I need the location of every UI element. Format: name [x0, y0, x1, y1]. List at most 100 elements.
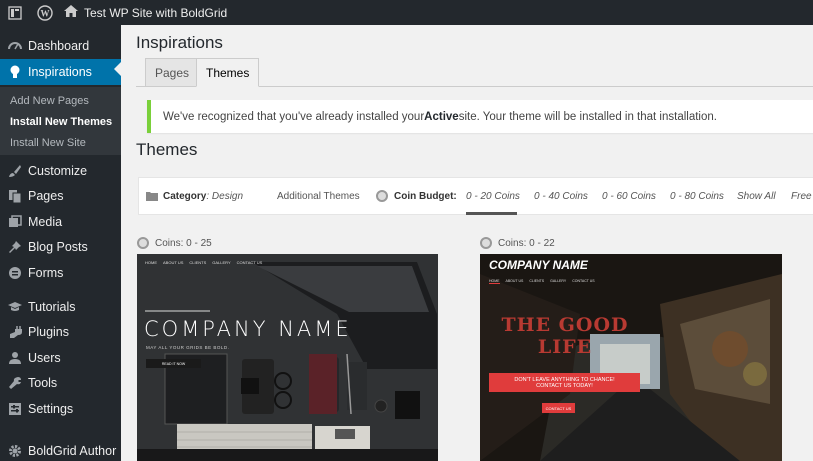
sidebar-item-users[interactable]: Users	[0, 345, 121, 371]
theme-tagline: MAY ALL YOUR GRIDS BE BOLD.	[146, 345, 230, 350]
sidebar-item-label: Settings	[28, 402, 74, 416]
budget-option-0-60[interactable]: 0 - 60 Coins	[602, 178, 656, 214]
tab-pages[interactable]: Pages	[145, 58, 200, 87]
settings-icon	[8, 402, 22, 416]
theme-nav-item: CLIENTS	[189, 260, 207, 265]
sidebar-item-label: Users	[28, 351, 61, 365]
brush-icon	[8, 164, 22, 178]
pages-icon	[8, 189, 22, 203]
budget-option-0-20[interactable]: 0 - 20 Coins	[466, 178, 520, 214]
sidebar-item-inspirations[interactable]: Inspirations	[0, 59, 121, 85]
gear-icon	[8, 444, 22, 458]
plug-icon	[8, 325, 22, 339]
sidebar-item-dashboard[interactable]: Dashboard	[0, 33, 121, 59]
sidebar-item-plugins[interactable]: Plugins	[0, 319, 121, 345]
page-title: Inspirations	[136, 33, 223, 52]
sidebar-item-label: Media	[28, 215, 63, 229]
section-title: Themes	[136, 140, 198, 159]
submenu-install-new-themes[interactable]: Install New Themes	[10, 116, 112, 128]
sidebar-item-label: Pages	[28, 189, 64, 203]
sidebar-item-label: Dashboard	[28, 39, 90, 53]
graduation-cap-icon	[8, 300, 22, 314]
folder-icon	[146, 191, 158, 201]
installed-notice: We've recognized that you've already ins…	[147, 100, 813, 133]
theme-banner-line2: CONTACT US TODAY!	[536, 382, 593, 389]
theme-nav-item: GALLERY	[212, 260, 231, 265]
main-content: Inspirations Pages Themes We've recogniz…	[121, 25, 813, 461]
category-label: Category	[163, 190, 207, 202]
sidebar-item-settings[interactable]: Settings	[0, 396, 121, 422]
theme-banner: DON'T LEAVE ANYTHING TO CHANCE! CONTACT …	[489, 373, 640, 392]
theme-nav-item: HOME	[489, 279, 500, 284]
theme-nav-item: CONTACT US	[236, 260, 263, 265]
admin-menu-toggle-icon[interactable]	[0, 0, 30, 25]
theme-nav: HOME ABOUT US CLIENTS GALLERY CONTACT US	[489, 279, 595, 284]
sidebar-item-label: Forms	[28, 266, 64, 280]
notice-text-before: We've recognized that you've already ins…	[163, 110, 425, 123]
wordpress-logo-icon[interactable]: W	[30, 0, 60, 25]
theme-coins-label: Coins: 0 - 25	[137, 237, 212, 249]
media-icon	[8, 215, 22, 229]
site-name-label: Test WP Site with BoldGrid	[84, 5, 228, 20]
active-budget-underline	[466, 212, 517, 215]
sidebar-item-label: Customize	[28, 164, 88, 178]
admin-bar: W Test WP Site with BoldGrid	[0, 0, 813, 25]
sidebar-item-label: Tools	[28, 376, 58, 390]
budget-option-show-all[interactable]: Show All	[737, 178, 776, 214]
theme-nav: HOME ABOUT US CLIENTS GALLERY CONTACT US	[145, 260, 262, 265]
forms-icon	[8, 266, 22, 280]
coin-icon	[137, 237, 149, 249]
wrench-icon	[8, 376, 22, 390]
pushpin-icon	[8, 240, 22, 254]
sidebar-item-tutorials[interactable]: Tutorials	[0, 294, 121, 320]
sidebar-item-customize[interactable]: Customize	[0, 158, 121, 184]
dashboard-icon	[8, 39, 22, 53]
budget-option-0-40[interactable]: 0 - 40 Coins	[534, 178, 588, 214]
sidebar-item-label: Blog Posts	[28, 240, 88, 254]
sidebar-item-forms[interactable]: Forms	[0, 260, 121, 286]
svg-text:W: W	[41, 8, 50, 18]
category-value: : Design	[206, 190, 244, 202]
theme-nav-item: GALLERY	[550, 279, 567, 283]
sidebar-item-tools[interactable]: Tools	[0, 370, 121, 396]
lightbulb-icon	[8, 65, 22, 79]
budget-option-0-80[interactable]: 0 - 80 Coins	[670, 178, 724, 214]
theme-nav-item: ABOUT US	[505, 279, 524, 283]
theme-nav-item: ABOUT US	[163, 260, 184, 265]
sidebar-item-label: Inspirations	[28, 65, 92, 79]
budget-option-free[interactable]: Free	[791, 178, 812, 214]
sidebar-item-media[interactable]: Media	[0, 209, 121, 235]
desk-scene-image	[137, 254, 438, 461]
notice-text-bold: Active	[424, 110, 459, 123]
theme-nav-item: CLIENTS	[529, 279, 545, 283]
sidebar-item-label: Plugins	[28, 325, 69, 339]
theme-nav-item: CONTACT US	[572, 279, 595, 283]
coin-budget-label: Coin Budget:	[376, 178, 457, 214]
sidebar-item-blog-posts[interactable]: Blog Posts	[0, 234, 121, 260]
submenu-install-new-site[interactable]: Install New Site	[10, 137, 86, 149]
coin-icon	[376, 190, 388, 202]
sidebar-item-pages[interactable]: Pages	[0, 183, 121, 209]
theme-thumbnail[interactable]: COMPANY NAME HOME ABOUT US CLIENTS GALLE…	[480, 254, 782, 461]
theme-read-button: READ IT NOW	[146, 359, 201, 368]
user-icon	[8, 351, 22, 365]
tab-themes[interactable]: Themes	[196, 58, 260, 87]
sidebar-item-label: Tutorials	[28, 300, 76, 314]
additional-themes-link[interactable]: Additional Themes	[277, 178, 360, 214]
coin-icon	[480, 237, 492, 249]
sidebar-item-boldgrid-author[interactable]: BoldGrid Author	[0, 438, 121, 461]
theme-company-name: COMPANY NAME	[144, 317, 352, 341]
theme-nav-item: HOME	[145, 260, 157, 265]
submenu-add-new-pages[interactable]: Add New Pages	[10, 95, 89, 107]
theme-contact-button: CONTACT US	[542, 403, 575, 413]
home-icon	[64, 5, 78, 20]
theme-company-name: COMPANY NAME	[489, 258, 588, 272]
site-name-link[interactable]: Test WP Site with BoldGrid	[60, 0, 227, 25]
coins-text: Coins: 0 - 25	[155, 237, 212, 249]
category-filter[interactable]: Category: Design	[146, 178, 243, 214]
inspirations-submenu: Add New Pages Install New Themes Install…	[0, 87, 121, 155]
admin-sidebar: Dashboard Inspirations Add New Pages Ins…	[0, 25, 122, 461]
notice-text-after: site. Your theme will be installed in th…	[458, 110, 717, 123]
theme-coins-label: Coins: 0 - 22	[480, 237, 555, 249]
theme-thumbnail[interactable]: HOME ABOUT US CLIENTS GALLERY CONTACT US…	[137, 254, 438, 461]
